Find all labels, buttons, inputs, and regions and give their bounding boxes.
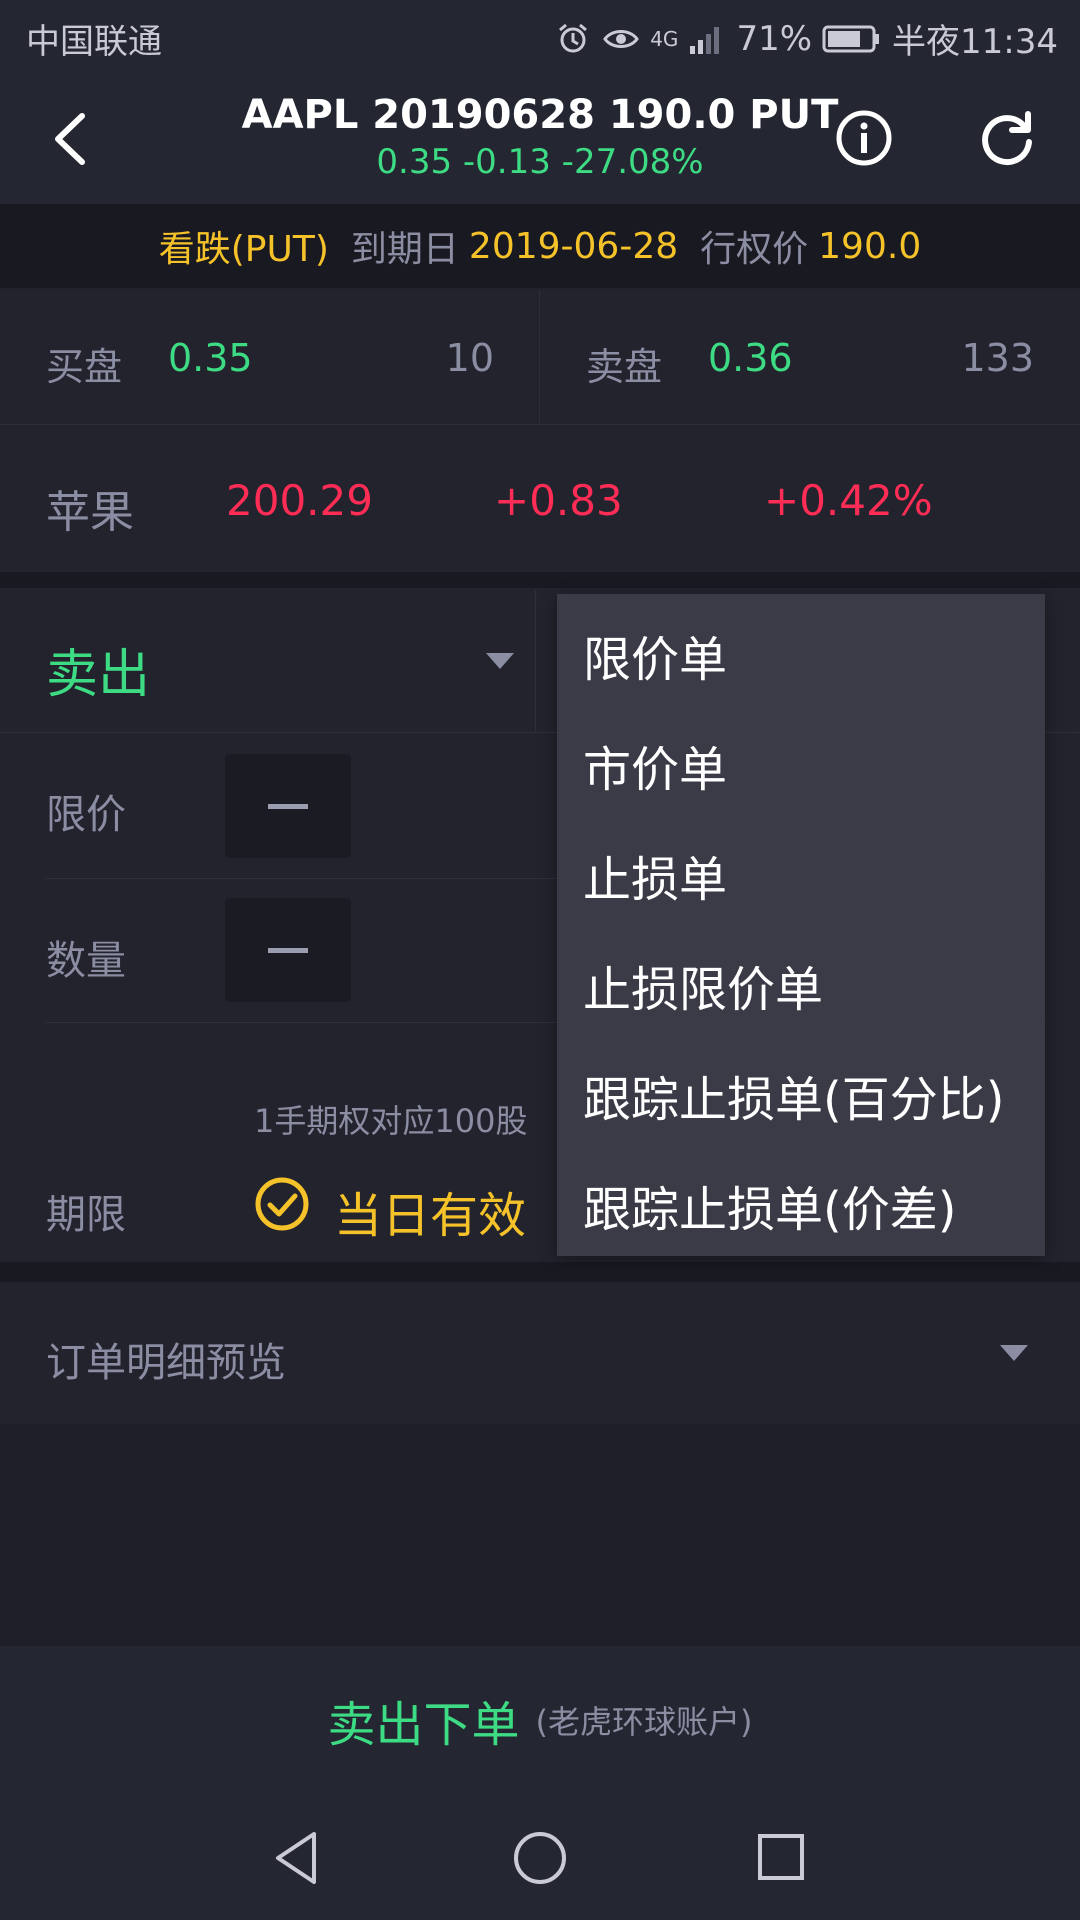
- ask-price[interactable]: 0.36: [708, 336, 793, 380]
- ask-label: 卖盘: [586, 345, 663, 389]
- nav-home-icon[interactable]: [512, 1830, 568, 1886]
- carrier-label: 中国联通: [26, 22, 162, 62]
- refresh-icon[interactable]: [978, 108, 1038, 168]
- order-type-dropdown: 限价单 市价单 止损单 止损限价单 跟踪止损单(百分比) 跟踪止损单(价差): [557, 594, 1045, 1256]
- ask-size: 133: [961, 336, 1034, 380]
- lot-hint: 1手期权对应100股: [254, 1102, 528, 1140]
- bid-size: 10: [445, 336, 494, 380]
- check-circle-icon[interactable]: [254, 1176, 310, 1232]
- section-gap: [0, 1262, 1080, 1282]
- eye-icon: [603, 29, 640, 48]
- battery-icon: [822, 25, 880, 52]
- chevron-down-icon[interactable]: [484, 650, 516, 672]
- divider: [535, 590, 536, 732]
- quote-change: 0.35 -0.13 -27.08%: [376, 142, 704, 182]
- quantity-decrement-button[interactable]: [225, 898, 351, 1002]
- underlying-price: 200.29: [226, 476, 373, 525]
- clock: 半夜11:34: [892, 22, 1058, 62]
- expiry-label: 到期日: [350, 229, 459, 270]
- time-in-force-label: 期限: [46, 1192, 126, 1238]
- bid-price[interactable]: 0.35: [168, 336, 253, 380]
- chevron-down-icon[interactable]: [998, 1342, 1030, 1364]
- submit-order-button[interactable]: 卖出下单 (老虎环球账户): [0, 1646, 1080, 1794]
- underlying-name: 苹果: [46, 487, 134, 538]
- underlying-change-pct: +0.42%: [764, 476, 933, 525]
- nav-back-icon[interactable]: [272, 1830, 322, 1886]
- nav-recents-icon[interactable]: [756, 1832, 806, 1882]
- strike-label: 行权价: [700, 229, 809, 270]
- page-title: AAPL 20190628 190.0 PUT: [241, 92, 839, 138]
- limit-price-decrement-button[interactable]: [225, 754, 351, 858]
- battery-percent: 71%: [736, 18, 813, 59]
- underlying-change: +0.83: [494, 476, 623, 525]
- bid-ask-panel: [0, 290, 1080, 425]
- strike-price: 190.0: [818, 225, 922, 267]
- bid-label: 买盘: [46, 345, 123, 389]
- alarm-icon: [559, 23, 588, 52]
- section-gap: [0, 572, 1080, 588]
- menu-item-stop-limit[interactable]: 止损限价单: [583, 950, 823, 1020]
- limit-price-label: 限价: [46, 792, 126, 838]
- expiry-date: 2019-06-28: [468, 225, 679, 267]
- order-preview-label: 订单明细预览: [46, 1340, 286, 1386]
- status-icons: 4G 71% 半夜11:34: [554, 14, 1058, 63]
- quantity-label: 数量: [46, 938, 126, 984]
- info-icon[interactable]: [834, 108, 894, 168]
- empty-area: [0, 1424, 1080, 1646]
- contract-info-strip: 看跌(PUT) 到期日 2019-06-28 行权价 190.0: [0, 204, 1080, 288]
- time-in-force-day[interactable]: 当日有效: [334, 1176, 526, 1246]
- network-label: 4G: [650, 26, 679, 51]
- menu-item-trailing-stop-percent[interactable]: 跟踪止损单(百分比): [583, 1060, 1004, 1130]
- submit-label: 卖出下单: [327, 1697, 520, 1753]
- menu-item-limit[interactable]: 限价单: [583, 620, 727, 690]
- signal-icon: [690, 26, 720, 54]
- side-select[interactable]: 卖出: [46, 632, 150, 707]
- menu-item-trailing-stop-amount[interactable]: 跟踪止损单(价差): [583, 1170, 956, 1240]
- account-label: (老虎环球账户): [535, 1703, 753, 1741]
- menu-item-market[interactable]: 市价单: [583, 730, 727, 800]
- divider: [539, 290, 540, 424]
- option-type: 看跌(PUT): [158, 229, 329, 270]
- menu-item-stop[interactable]: 止损单: [583, 840, 727, 910]
